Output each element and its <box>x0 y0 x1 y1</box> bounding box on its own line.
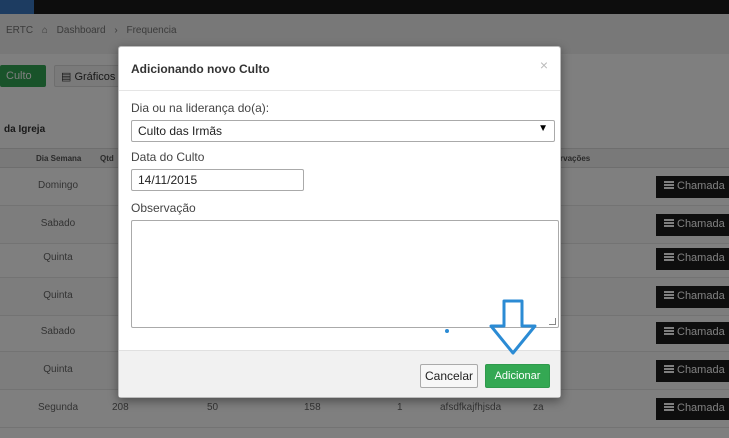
lideranca-label: Dia ou na liderança do(a): <box>131 101 270 115</box>
modal-header: Adicionando novo Culto × <box>119 47 560 91</box>
lideranca-selected-value: Culto das Irmãs <box>138 124 223 138</box>
modal-title: Adicionando novo Culto <box>131 62 270 76</box>
add-button[interactable]: Adicionar <box>485 364 550 388</box>
chevron-down-icon: ▼ <box>538 123 548 134</box>
data-culto-input[interactable] <box>131 169 304 191</box>
modal-body: Dia ou na liderança do(a): Culto das Irm… <box>119 91 560 328</box>
observacao-label: Observação <box>131 201 196 215</box>
lideranca-select[interactable]: Culto das Irmãs ▼ <box>131 120 555 142</box>
close-icon[interactable]: × <box>540 57 548 73</box>
data-culto-label: Data do Culto <box>131 150 205 164</box>
resize-grip-icon[interactable] <box>549 318 556 325</box>
cursor-dot <box>445 329 449 333</box>
cancel-button[interactable]: Cancelar <box>420 364 478 388</box>
arrow-down-icon <box>489 299 537 355</box>
